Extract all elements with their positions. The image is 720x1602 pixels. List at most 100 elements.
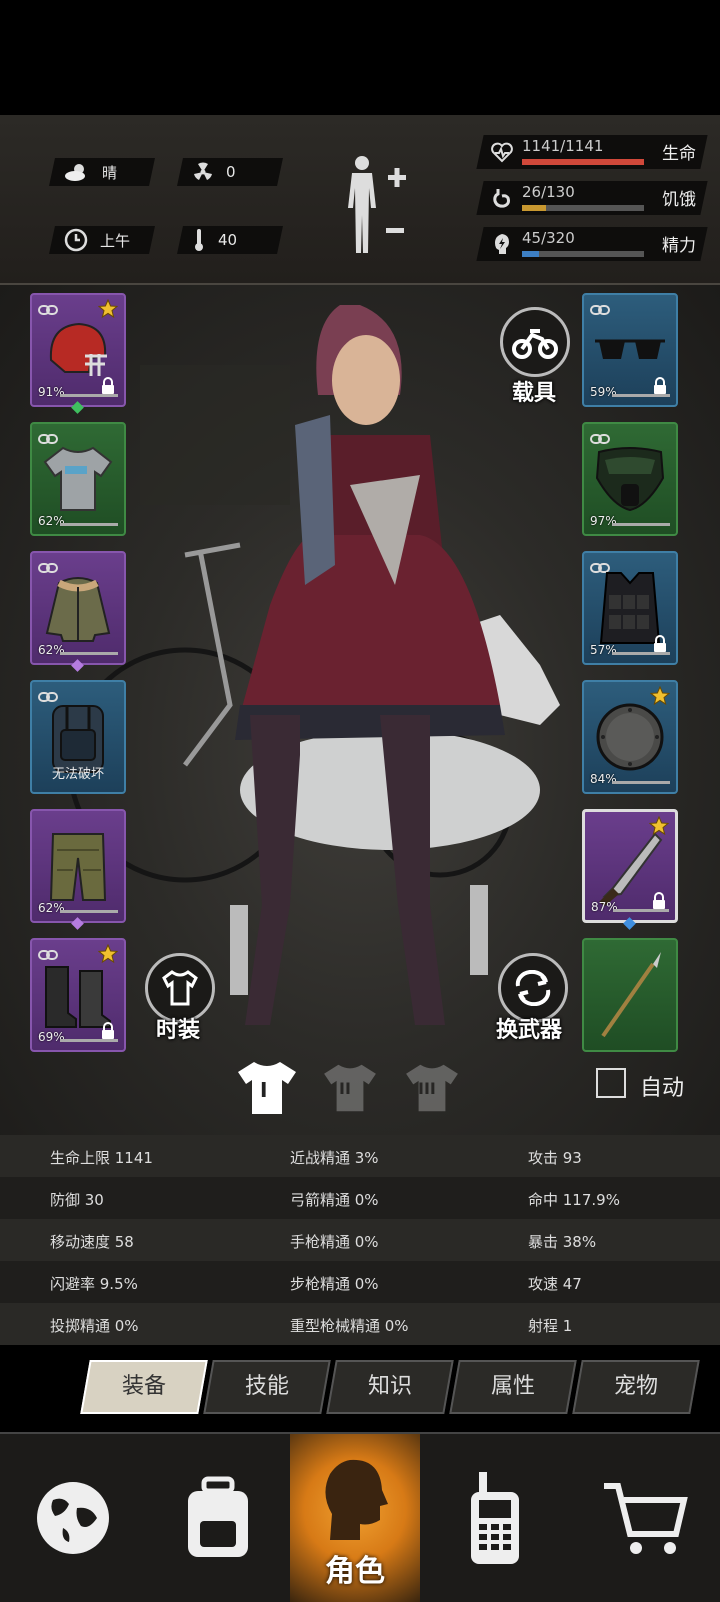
stat-cell: 闪避率 9.5% [50,1275,138,1293]
vital-value: 45/320 [522,229,575,247]
stats-row: 防御 30 弓箭精通 0% 命中 117.9% [0,1177,720,1219]
tab-2[interactable]: 知识 [326,1360,454,1414]
link-icon [590,434,610,444]
durability-bar [60,652,118,655]
tab-4[interactable]: 宠物 [572,1360,700,1414]
durability-bar [612,523,670,526]
auto-label: 自动 [640,1076,685,1101]
left-slot-helmet[interactable]: 91% [30,293,126,407]
tab-bar: 装备 技能 知识 属性 宠物 [75,1360,709,1416]
lock-icon [654,377,666,394]
time-label: 上午 [100,231,131,250]
tab-1[interactable]: 技能 [203,1360,331,1414]
body-figure[interactable] [340,153,420,267]
thermometer-icon [195,229,203,251]
tab-label: 宠物 [613,1374,658,1399]
outfit-tab-3[interactable]: III [404,1063,460,1117]
stat-cell: 重型枪械精通 0% [290,1317,409,1335]
vital-fill [522,159,644,165]
backpack-icon [187,1476,248,1557]
vital-track [522,159,644,165]
outfit-tab-1[interactable]: I [236,1060,298,1120]
slot-status-text: 无法破坏 [51,767,104,782]
star-icon [648,815,670,836]
radiation-icon [194,162,212,180]
left-slot-jacket[interactable]: 62% [30,551,126,665]
link-icon [590,305,610,315]
stat-cell: 命中 117.9% [528,1191,620,1209]
cart-icon [604,1483,688,1554]
stat-cell: 暴击 38% [528,1233,597,1251]
stat-cell: 移动速度 58 [50,1233,134,1251]
lock-icon [653,892,665,909]
stats-row: 生命上限 1141 近战精通 3% 攻击 93 [0,1135,720,1177]
tshirt-icon [162,970,198,1006]
vital-value: 1141/1141 [522,137,604,155]
outfit-number: II [339,1079,351,1098]
star-icon [97,943,119,964]
heart-icon [491,142,513,163]
sunglasses-icon [593,335,667,369]
star-icon [649,685,671,706]
stats-row: 闪避率 9.5% 步枪精通 0% 攻速 47 [0,1261,720,1303]
tab-label: 知识 [367,1374,412,1399]
outfit-tab-2[interactable]: II [322,1063,378,1117]
lock-icon [102,377,114,394]
globe-icon [36,1482,109,1554]
swap-weapon-label: 换武器 [496,1018,563,1043]
durability-bar [612,781,670,784]
vehicle-label: 载具 [512,381,557,406]
left-slot-backpack[interactable]: 无法破坏 [30,680,126,794]
right-slot-sunglasses[interactable]: 59% [582,293,678,407]
tab-label: 技能 [244,1374,289,1399]
left-slot-tshirt[interactable]: 62% [30,422,126,536]
right-slot-vest[interactable]: 57% [582,551,678,665]
stat-cell: 步枪精通 0% [290,1275,379,1293]
jacket-icon [45,573,111,647]
right-slot-shield[interactable]: 84% [582,680,678,794]
stat-cell: 防御 30 [50,1191,104,1209]
nav-world[interactable] [0,1434,145,1602]
link-icon [38,434,58,444]
walkie-talkie-icon [471,1472,519,1564]
time-pill: 上午 [49,226,155,254]
nav-character-label: 角色 [325,1554,385,1589]
vital-fill [522,251,540,257]
head-profile-icon [325,1459,388,1540]
nav-character[interactable]: 角色 [290,1434,420,1602]
right-slot-spear[interactable] [582,938,678,1052]
tab-label: 装备 [121,1374,166,1399]
left-slot-boots[interactable]: 69% [30,938,126,1052]
stat-cell: 攻速 47 [528,1275,582,1293]
tshirt-icon [43,446,113,516]
tab-3[interactable]: 属性 [449,1360,577,1414]
fashion-label: 时装 [156,1018,201,1043]
nav-inventory[interactable] [145,1434,290,1602]
vital-fill [522,205,547,211]
star-icon [97,298,119,319]
temperature-pill: 40 [177,226,283,254]
weather-label: 晴 [102,163,118,182]
nav-shop[interactable] [570,1434,720,1602]
auto-checkbox[interactable] [596,1068,626,1098]
weather-pill: 晴 [49,158,155,186]
right-slot-gas-mask[interactable]: 97% [582,422,678,536]
radiation-pill: 0 [177,158,283,186]
stat-cell: 射程 1 [528,1317,573,1335]
vital-bar: 1141/1141 生命 [476,135,708,169]
pants-icon [47,830,109,906]
stat-cell: 弓箭精通 0% [290,1191,379,1209]
link-icon [38,563,58,573]
nav-radio[interactable] [420,1434,570,1602]
vital-value: 26/130 [522,183,575,201]
lock-icon [102,1022,114,1039]
tab-0[interactable]: 装备 [80,1360,208,1414]
right-slot-machete[interactable]: 87% [582,809,678,923]
spear-icon [595,950,665,1044]
status-bar: 晴 0 上午 40 1141/1141 生命 26/130 饥饿 45/320 精力 [0,115,720,285]
left-slot-pants[interactable]: 62% [30,809,126,923]
outfit-number: I [260,1078,268,1102]
vehicle-button[interactable] [500,307,570,377]
helmet-icon [45,320,111,384]
vital-label: 精力 [662,236,696,256]
